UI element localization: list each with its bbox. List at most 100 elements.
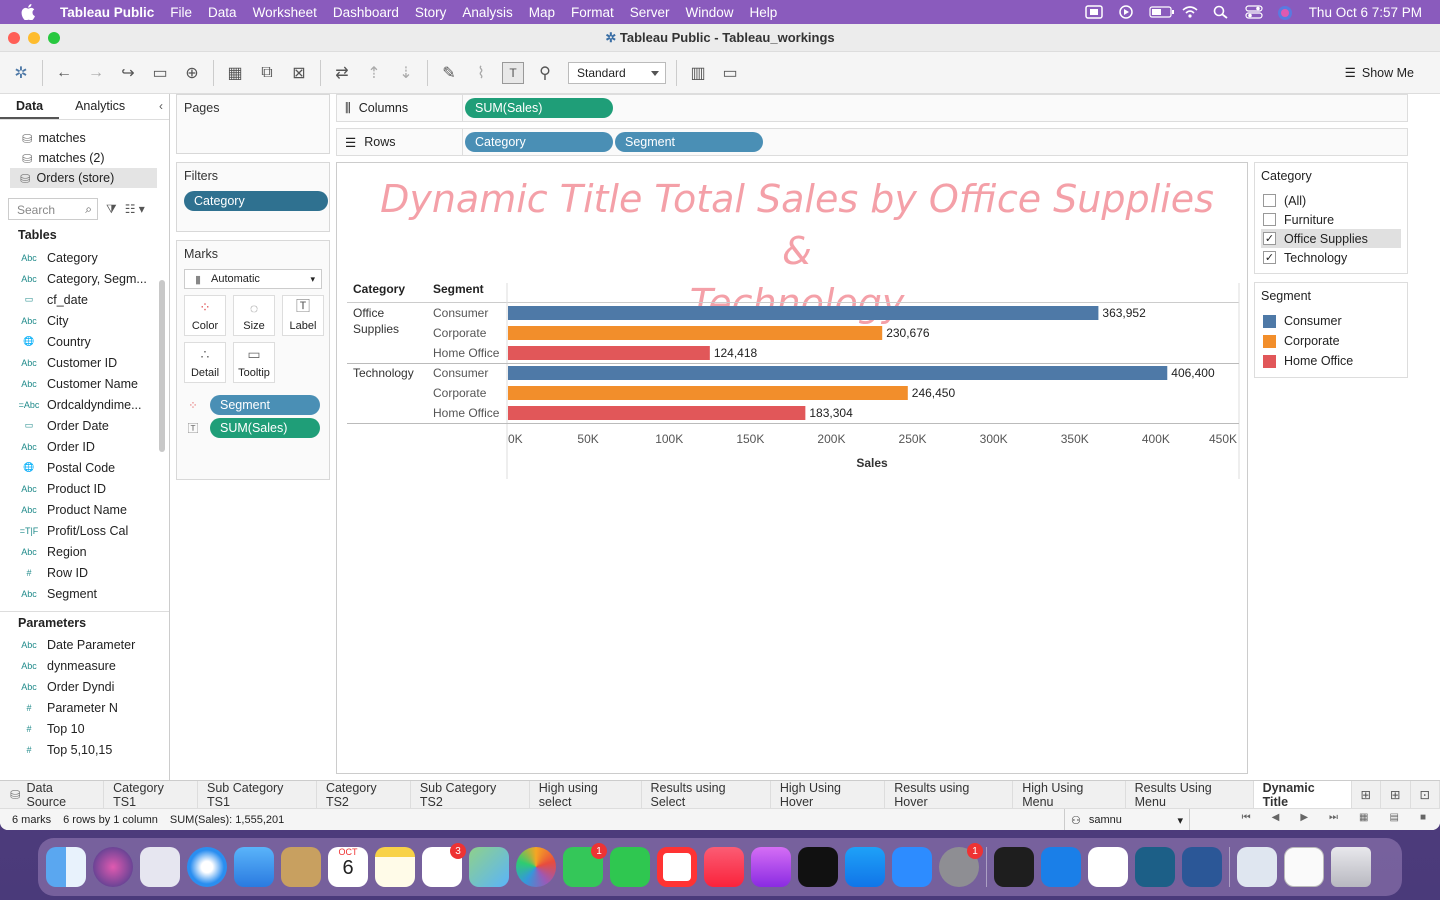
label-button[interactable]: 🅃 Label [282,295,324,336]
tableau-home-icon[interactable]: ✲ [10,62,32,84]
word-icon[interactable] [1182,847,1222,887]
menu-window[interactable]: Window [686,5,734,20]
recent-document-icon[interactable] [1284,847,1324,887]
new-story-tab-icon[interactable]: ⊡ [1411,781,1440,808]
new-dashboard-tab-icon[interactable]: ⊞ [1381,781,1411,808]
field-item[interactable]: ▭ cf_date [0,289,169,310]
menu-story[interactable]: Story [415,5,447,20]
field-item[interactable]: =T|F Profit/Loss Cal [0,520,169,541]
field-item[interactable]: Abc Region [0,541,169,562]
field-item[interactable]: Abc Customer ID [0,352,169,373]
contacts-icon[interactable] [281,847,321,887]
field-item[interactable]: =Abc Ordcaldyndime... [0,394,169,415]
apple-tv-icon[interactable] [798,847,838,887]
size-button[interactable]: ◌ Size [233,295,275,336]
trash-icon[interactable] [1331,847,1371,887]
tooltip-button[interactable]: ▭ Tooltip [233,342,275,383]
field-item[interactable]: Abc Customer Name [0,373,169,394]
bar[interactable] [508,306,1099,320]
checkbox-empty-icon[interactable] [1263,213,1276,226]
sheet-tab[interactable]: Dynamic Title [1253,781,1352,809]
parameter-item[interactable]: Abc dynmeasure [0,655,169,676]
tabs-view-icon[interactable]: ■ [1420,812,1426,823]
parameter-item[interactable]: # Top 5,10,15 [0,739,169,760]
finder-icon[interactable] [46,847,86,887]
mark-pill-segment[interactable]: Segment [210,395,320,415]
bluetooth-icon[interactable] [1041,847,1081,887]
screen-record-icon[interactable] [1084,5,1103,19]
undo-icon[interactable]: ← [53,62,75,84]
replay-icon[interactable]: ↪ [117,62,139,84]
duplicate-sheet-icon[interactable]: ⧉ [256,62,278,84]
menu-app-name[interactable]: Tableau Public [60,5,154,20]
system-settings-icon[interactable]: 1 [939,843,983,887]
viz-canvas[interactable]: Dynamic Title Total Sales by Office Supp… [336,162,1248,774]
field-search-input[interactable]: Search ⌕ [8,198,98,220]
bar-chart[interactable]: Category Segment Office Supplies Consumer 3… [337,273,1247,613]
menu-map[interactable]: Map [529,5,555,20]
tab-data-source[interactable]: ⛁ Data Source [0,781,105,809]
mark-type-select[interactable]: ▮ Automatic ▾ [184,269,322,289]
checkbox-checked-icon[interactable]: ✓ [1263,251,1276,264]
user-menu[interactable]: ⚇ samnu ▾ [1064,809,1190,830]
menu-format[interactable]: Format [571,5,614,20]
apple-icon[interactable] [18,4,38,20]
parameter-item[interactable]: # Top 10 [0,718,169,739]
fit-select[interactable]: Standard [568,61,666,84]
launchpad-icon[interactable] [140,847,180,887]
new-worksheet-tab-icon[interactable]: ⊞ [1352,781,1382,808]
wifi-icon[interactable] [1181,5,1199,19]
sheet-tab[interactable]: High Using Hover [771,781,886,809]
facetime-icon[interactable] [610,847,650,887]
podcasts-icon[interactable] [751,847,791,887]
filter-fields-icon[interactable]: ⧩ [106,202,117,217]
field-item[interactable]: Abc Category [0,247,169,268]
play-icon[interactable] [1117,5,1135,19]
app-store-icon[interactable] [845,847,885,887]
notes-icon[interactable] [375,847,415,887]
tab-analytics[interactable]: Analytics [59,94,141,119]
sheet-tab[interactable]: Results using Hover [885,781,1014,809]
maps-icon[interactable] [469,847,509,887]
reminders-icon[interactable]: 3 [422,843,466,887]
terminal-icon[interactable] [994,847,1034,887]
menu-data[interactable]: Data [208,5,237,20]
highlight-icon[interactable]: ✎ [438,62,460,84]
new-worksheet-icon[interactable]: ▦ [224,62,246,84]
columns-pill-sum-sales[interactable]: SUM(Sales) [465,98,613,118]
sheet-tab[interactable]: Category TS2 [317,781,411,809]
bar[interactable] [508,406,806,420]
rows-pill-segment[interactable]: Segment [615,132,763,152]
filter-option[interactable]: ✓ Technology [1261,248,1401,267]
fix-axes-icon[interactable]: ⚲ [534,62,556,84]
legend-item[interactable]: Home Office [1261,351,1401,371]
sort-descending-icon[interactable]: ⇣ [395,62,417,84]
field-item[interactable]: # Row ID [0,562,169,583]
sheet-tab[interactable]: High using select [530,781,642,809]
field-list-scrollbar[interactable] [159,280,165,452]
downloads-stack-icon[interactable] [1237,847,1277,887]
data-source-matches[interactable]: ⛁ matches [0,128,169,148]
field-item[interactable]: 🌐 Country [0,331,169,352]
messages-icon[interactable]: 1 [563,843,607,887]
menubar-clock[interactable]: Thu Oct 6 7:57 PM [1309,5,1422,20]
siri-dock-icon[interactable] [93,847,133,887]
field-item[interactable]: Abc City [0,310,169,331]
sheet-tab[interactable]: High Using Menu [1013,781,1126,809]
bar[interactable] [508,386,908,400]
mail-icon[interactable] [234,847,274,887]
detail-button[interactable]: ∴ Detail [184,342,226,383]
menu-analysis[interactable]: Analysis [462,5,512,20]
sheet-tab[interactable]: Sub Category TS1 [198,781,317,809]
columns-shelf[interactable]: ⫼ Columns SUM(Sales) [336,94,1408,122]
mysql-workbench-icon[interactable] [1135,847,1175,887]
field-item[interactable]: Abc Order ID [0,436,169,457]
field-item[interactable]: 🌐 Postal Code [0,457,169,478]
siri-icon[interactable] [1277,5,1295,20]
field-item[interactable]: Abc Category, Segm... [0,268,169,289]
next-sheet-icon[interactable]: ▶ [1300,812,1308,823]
presentation-mode-icon[interactable]: ▭ [719,62,741,84]
save-icon[interactable]: ▭ [149,62,171,84]
field-item[interactable]: AbcShip Mode [0,604,169,607]
spotlight-search-icon[interactable] [1213,5,1231,19]
